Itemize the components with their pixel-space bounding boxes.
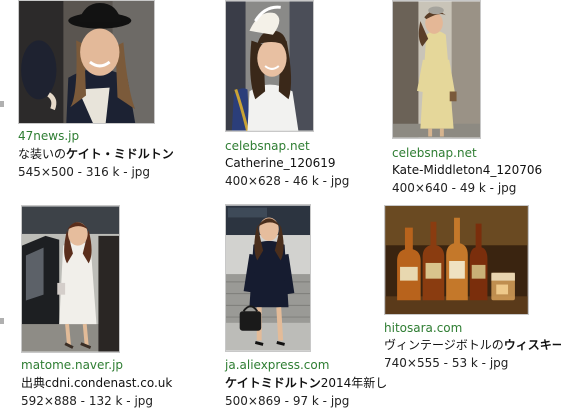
title-prefix: 出典cdni.condenast.co.uk [21, 376, 173, 390]
woman-in-yellow-coat-image [393, 1, 480, 138]
title-prefix: Catherine_120619 [225, 156, 336, 170]
result-domain[interactable]: 47news.jp [18, 129, 79, 143]
result-meta: 500×869 - 97 k - jpg [225, 394, 350, 408]
woman-in-white-coat-by-car-image [22, 206, 119, 352]
result-title[interactable]: な装いのケイト・ミドルトン [18, 147, 174, 161]
title-prefix: な装いの [18, 147, 67, 161]
woman-in-black-hat-image [19, 1, 154, 123]
title-prefix: Kate-Middleton4_120706 [392, 163, 543, 177]
result-title[interactable]: Kate-Middleton4_120706 [392, 163, 542, 177]
result-thumbnail[interactable] [21, 205, 120, 353]
result-domain[interactable]: matome.naver.jp [21, 358, 123, 372]
title-highlight: ケイトミドルトン [225, 376, 321, 390]
page-edge-mark [0, 318, 4, 324]
result-thumbnail[interactable] [392, 0, 481, 139]
result-meta: 400×628 - 46 k - jpg [225, 174, 350, 188]
title-suffix: 2014年新し [320, 376, 388, 390]
woman-in-white-fascinator-image [226, 1, 313, 131]
result-meta: 545×500 - 316 k - jpg [18, 165, 151, 179]
page-edge-mark [0, 101, 4, 107]
title-highlight: ウィスキー [503, 338, 561, 352]
result-domain[interactable]: ja.aliexpress.com [225, 358, 329, 372]
result-title[interactable]: 出典cdni.condenast.co.uk [21, 376, 172, 390]
result-domain[interactable]: celebsnap.net [392, 146, 477, 160]
result-meta: 400×640 - 49 k - jpg [392, 181, 517, 195]
result-title[interactable]: ヴィンテージボトルのウィスキー [384, 338, 561, 352]
title-highlight: ケイト・ミドルトン [66, 147, 174, 161]
result-thumbnail[interactable] [384, 205, 529, 315]
result-thumbnail[interactable] [225, 204, 311, 352]
result-domain[interactable]: hitosara.com [384, 321, 462, 335]
result-meta: 592×888 - 132 k - jpg [21, 394, 154, 408]
result-title[interactable]: ケイトミドルトン2014年新し [225, 376, 387, 390]
whisky-bottles-image [385, 206, 528, 314]
result-domain[interactable]: celebsnap.net [225, 139, 310, 153]
result-thumbnail[interactable] [225, 0, 314, 132]
result-thumbnail[interactable] [18, 0, 155, 124]
result-title[interactable]: Catherine_120619 [225, 156, 336, 170]
title-prefix: ヴィンテージボトルの [384, 338, 504, 352]
woman-in-navy-suit-image [226, 205, 310, 351]
result-meta: 740×555 - 53 k - jpg [384, 356, 509, 370]
